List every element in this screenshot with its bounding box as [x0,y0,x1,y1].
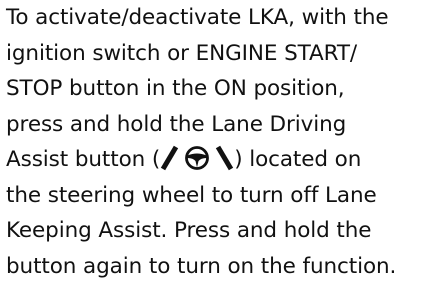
text-line-5-before-icon: Assist button ( [6,147,161,172]
instruction-paragraph: To activate/deactivate LKA, with the ign… [6,0,432,284]
text-line-3: STOP button in the ON position, [6,76,345,101]
text-line-5: Assist button ( ) located on [6,142,432,178]
text-line-8: button again to turn on the function. [6,253,397,279]
lane-driving-assist-icon [160,145,234,171]
text-line-6: the steering wheel to turn off Lane [6,182,377,208]
text-line-7: Keeping Assist. Press and hold the [6,218,372,243]
text-line-4: press and hold the Lane Driving [6,111,347,137]
text-line-2: ignition switch or ENGINE START/ [6,40,358,66]
text-line-5-after-icon: ) located on [234,147,362,172]
text-line-1: To activate/deactivate LKA, with the [6,5,389,30]
